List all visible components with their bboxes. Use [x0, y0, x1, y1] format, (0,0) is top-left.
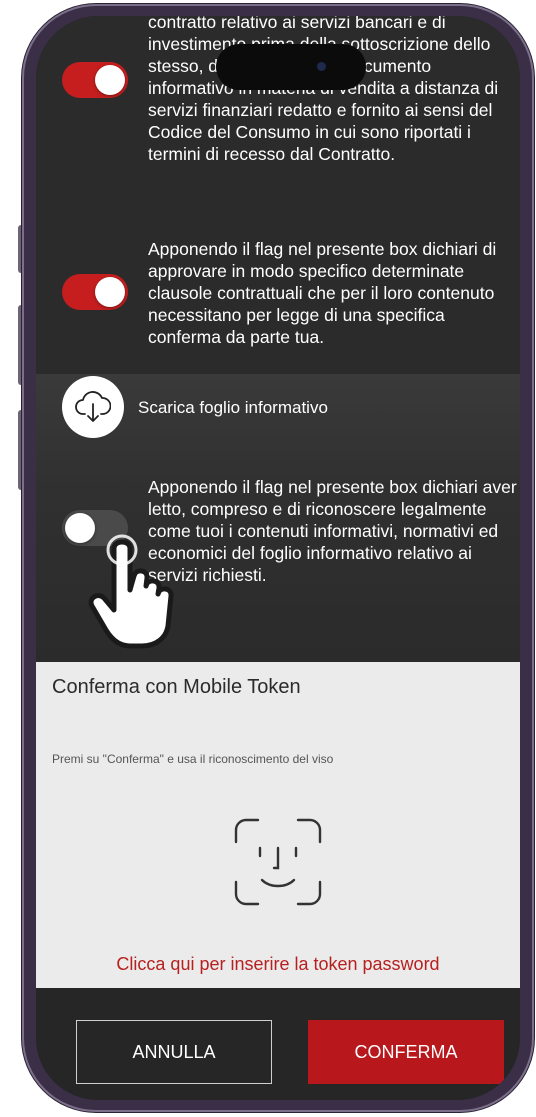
action-bar: ANNULLA CONFERMA: [36, 988, 520, 1100]
cloud-download-icon: [62, 376, 124, 438]
toggle-knob: [95, 65, 125, 95]
token-panel-title: Conferma con Mobile Token: [52, 676, 301, 698]
tap-hand-icon: [84, 534, 204, 659]
consent-toggle-1[interactable]: [62, 62, 128, 98]
token-password-link[interactable]: Clicca qui per inserire la token passwor…: [36, 954, 520, 975]
cancel-button[interactable]: ANNULLA: [76, 1020, 272, 1084]
download-info-sheet-button[interactable]: Scarica foglio informativo: [62, 376, 502, 440]
consent-text-1: contratto relativo ai servizi bancari e …: [148, 16, 499, 164]
dynamic-island: [216, 44, 366, 90]
phone-screen: contratto relativo ai servizi bancari e …: [36, 16, 520, 1100]
camera-dot: [317, 62, 326, 71]
toggle-knob: [95, 277, 125, 307]
mobile-token-panel: Conferma con Mobile Token Premi su "Conf…: [36, 662, 520, 988]
consent-text-2: Apponendo il flag nel presente box dichi…: [148, 239, 497, 347]
face-id-icon: [230, 814, 326, 915]
download-label: Scarica foglio informativo: [138, 398, 328, 417]
phone-frame: contratto relativo ai servizi bancari e …: [22, 4, 534, 1112]
token-instruction: Premi su "Conferma" e usa il riconoscime…: [52, 752, 334, 766]
consent-toggle-2[interactable]: [62, 274, 128, 310]
confirm-button[interactable]: CONFERMA: [308, 1020, 504, 1084]
